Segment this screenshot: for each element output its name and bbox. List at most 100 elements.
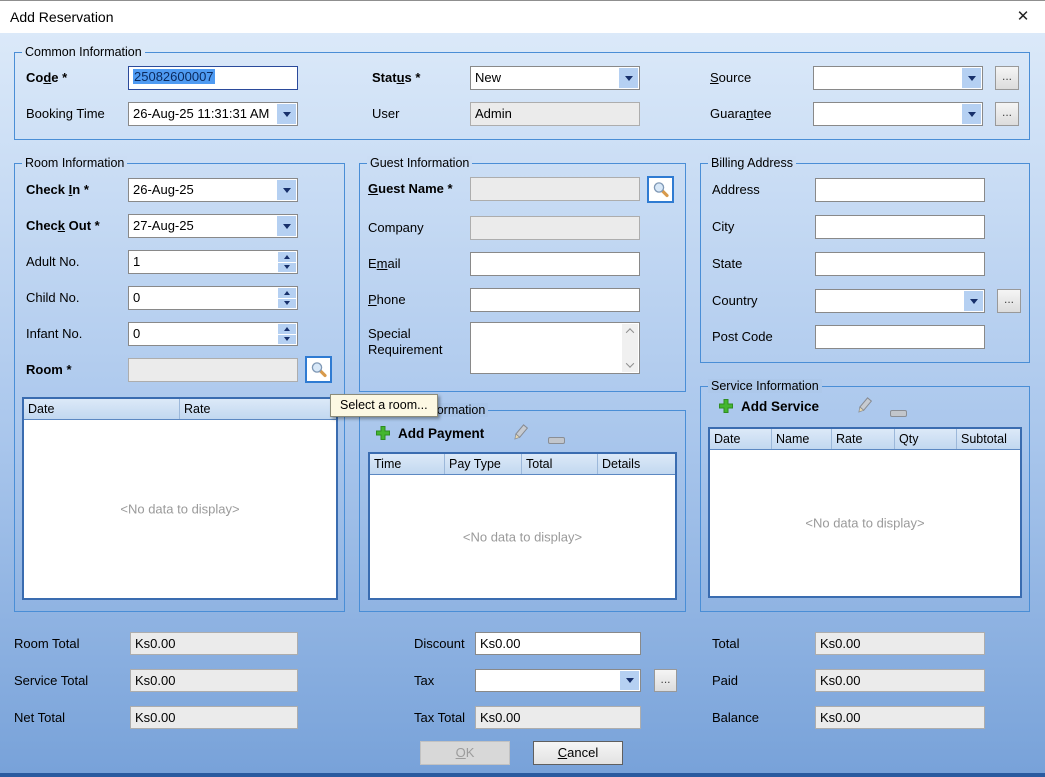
- special-requirement-textarea[interactable]: [470, 322, 640, 374]
- column-header-date[interactable]: Date: [710, 429, 772, 449]
- check-out-dropdown-button[interactable]: [277, 216, 296, 236]
- discount-label: Discount: [414, 636, 465, 651]
- chevron-down-icon: [625, 678, 634, 683]
- add-service-button[interactable]: Add Service: [718, 396, 819, 416]
- guarantee-select[interactable]: [813, 102, 983, 126]
- service-grid[interactable]: Date Name Rate Qty Subtotal <No data to …: [708, 427, 1022, 598]
- remove-payment-button[interactable]: [548, 431, 565, 449]
- balance-label: Balance: [712, 710, 759, 725]
- state-field[interactable]: [815, 252, 985, 276]
- edit-payment-button[interactable]: [508, 424, 532, 448]
- booking-time-picker[interactable]: 26-Aug-25 11:31:31 AM: [128, 102, 298, 126]
- chevron-down-icon: [969, 298, 978, 304]
- guarantee-browse-button[interactable]: ...: [995, 102, 1019, 126]
- post-code-field[interactable]: [815, 325, 985, 349]
- dialog-title: Add Reservation: [10, 9, 114, 25]
- minus-icon: [548, 437, 565, 444]
- remove-service-button[interactable]: [890, 404, 907, 422]
- column-header-pay-type[interactable]: Pay Type: [445, 454, 522, 474]
- check-in-picker[interactable]: 26-Aug-25: [128, 178, 298, 202]
- discount-field[interactable]: Ks0.00: [475, 632, 641, 655]
- country-label: Country: [712, 293, 758, 308]
- booking-time-dropdown-button[interactable]: [277, 104, 296, 124]
- infant-spin-up-button[interactable]: [278, 324, 296, 334]
- pencil-icon: [858, 397, 873, 413]
- booking-time-value: 26-Aug-25 11:31:31 AM: [133, 106, 270, 121]
- country-browse-button[interactable]: ...: [997, 289, 1021, 313]
- check-out-picker[interactable]: 27-Aug-25: [128, 214, 298, 238]
- adult-spin-up-button[interactable]: [278, 252, 296, 262]
- country-select[interactable]: [815, 289, 985, 313]
- code-value: 25082600007: [133, 69, 215, 84]
- chevron-up-icon[interactable]: [625, 328, 635, 337]
- column-header-qty[interactable]: Qty: [895, 429, 957, 449]
- room-search-button[interactable]: [305, 356, 332, 383]
- add-service-label: Add Service: [741, 398, 820, 414]
- close-button[interactable]: ✕: [1001, 1, 1045, 34]
- country-dropdown-button[interactable]: [964, 291, 983, 311]
- chevron-up-icon: [284, 290, 290, 295]
- payment-grid-body: <No data to display>: [370, 475, 675, 598]
- tax-label: Tax: [414, 673, 435, 688]
- column-header-subtotal[interactable]: Subtotal: [957, 429, 1020, 449]
- tax-select[interactable]: [475, 669, 641, 692]
- code-input[interactable]: 25082600007: [128, 66, 298, 90]
- phone-label: Phone: [368, 292, 406, 307]
- payment-grid[interactable]: Time Pay Type Total Details <No data to …: [368, 452, 677, 600]
- guarantee-value: [814, 103, 961, 125]
- child-spin-down-button[interactable]: [278, 298, 296, 308]
- add-reservation-dialog: Add Reservation ✕ Common Information Cod…: [0, 0, 1045, 777]
- child-no-stepper[interactable]: 0: [128, 286, 298, 310]
- column-header-date[interactable]: Date: [24, 399, 180, 419]
- column-header-name[interactable]: Name: [772, 429, 832, 449]
- column-header-total[interactable]: Total: [522, 454, 598, 474]
- add-payment-button[interactable]: Add Payment: [375, 423, 484, 443]
- balance-field: Ks0.00: [815, 706, 985, 729]
- source-browse-button[interactable]: ...: [995, 66, 1019, 90]
- chevron-down-icon[interactable]: [625, 359, 635, 368]
- textarea-scrollbar[interactable]: [622, 324, 638, 372]
- tax-browse-button[interactable]: ...: [654, 669, 677, 692]
- edit-service-button[interactable]: [852, 397, 876, 421]
- total-field: Ks0.00: [815, 632, 985, 655]
- phone-field[interactable]: [470, 288, 640, 312]
- guarantee-dropdown-button[interactable]: [962, 104, 981, 124]
- infant-no-stepper[interactable]: 0: [128, 322, 298, 346]
- column-header-rate[interactable]: Rate: [832, 429, 895, 449]
- source-select[interactable]: [813, 66, 983, 90]
- status-dropdown-button[interactable]: [619, 68, 638, 88]
- room-information-legend: Room Information: [22, 156, 128, 170]
- city-field[interactable]: [815, 215, 985, 239]
- infant-spin-down-button[interactable]: [278, 334, 296, 344]
- tax-total-label: Tax Total: [414, 710, 466, 725]
- guest-search-button[interactable]: [647, 176, 674, 203]
- pencil-icon: [514, 424, 529, 440]
- chevron-down-icon: [967, 75, 976, 81]
- column-header-rate[interactable]: Rate: [180, 399, 336, 419]
- email-field[interactable]: [470, 252, 640, 276]
- room-rate-grid[interactable]: Date Rate <No data to display>: [22, 397, 338, 600]
- adult-no-stepper[interactable]: 1: [128, 250, 298, 274]
- email-label: Email: [368, 256, 401, 271]
- status-select[interactable]: New: [470, 66, 640, 90]
- billing-address-legend: Billing Address: [708, 156, 796, 170]
- child-spin-up-button[interactable]: [278, 288, 296, 298]
- adult-spin-down-button[interactable]: [278, 262, 296, 272]
- tax-dropdown-button[interactable]: [620, 671, 639, 690]
- paid-label: Paid: [712, 673, 739, 688]
- check-in-dropdown-button[interactable]: [277, 180, 296, 200]
- chevron-down-icon: [282, 111, 291, 117]
- no-data-text: <No data to display>: [120, 501, 240, 517]
- ok-button[interactable]: OK: [420, 741, 510, 765]
- column-header-time[interactable]: Time: [370, 454, 445, 474]
- user-field: Admin: [470, 102, 640, 126]
- address-field[interactable]: [815, 178, 985, 202]
- search-icon: [311, 362, 327, 378]
- source-dropdown-button[interactable]: [962, 68, 981, 88]
- net-total-label: Net Total: [14, 710, 66, 725]
- service-grid-body: <No data to display>: [710, 450, 1020, 596]
- cancel-button[interactable]: Cancel: [533, 741, 623, 765]
- chevron-down-icon: [624, 75, 633, 81]
- post-code-label: Post Code: [712, 329, 773, 344]
- column-header-details[interactable]: Details: [598, 454, 675, 474]
